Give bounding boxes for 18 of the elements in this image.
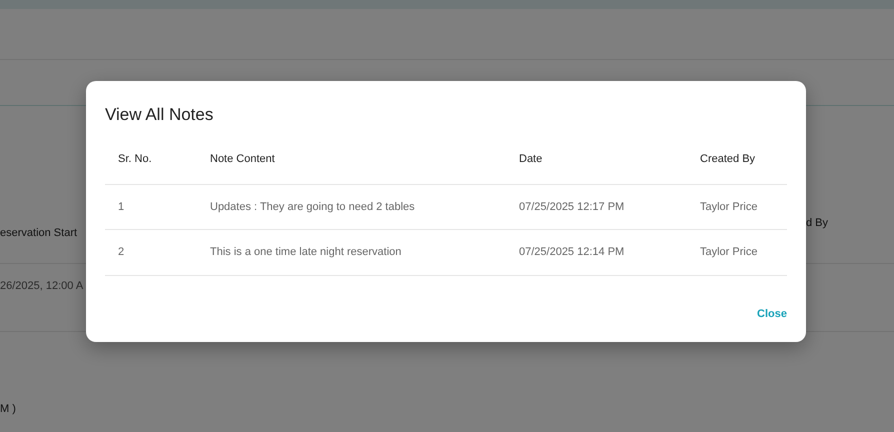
dialog-title: View All Notes xyxy=(105,105,214,126)
table-cell: 26/2025, 12:00 A xyxy=(0,280,84,292)
table-cell: Taylor Price xyxy=(687,184,787,230)
table-cell: This is a one time late night reservation xyxy=(197,230,506,276)
column-heading: eservation Start xyxy=(0,226,78,241)
column-header: Note Content xyxy=(197,151,506,184)
column-header: Created By xyxy=(687,151,787,184)
table-cell: 07/25/2025 12:14 PM xyxy=(506,230,687,276)
column-header: Sr. No. xyxy=(105,151,197,184)
column-header: Date xyxy=(506,151,687,184)
table-cell: Taylor Price xyxy=(687,230,787,276)
time-text: M ) xyxy=(0,403,16,415)
table-cell: 2 xyxy=(105,230,197,276)
table-cell: Updates : They are going to need 2 tables xyxy=(197,184,506,230)
close-button[interactable]: Close xyxy=(757,306,787,322)
table-cell: 07/25/2025 12:17 PM xyxy=(506,184,687,230)
table-cell: 1 xyxy=(105,184,197,230)
column-heading: d By xyxy=(806,216,828,231)
